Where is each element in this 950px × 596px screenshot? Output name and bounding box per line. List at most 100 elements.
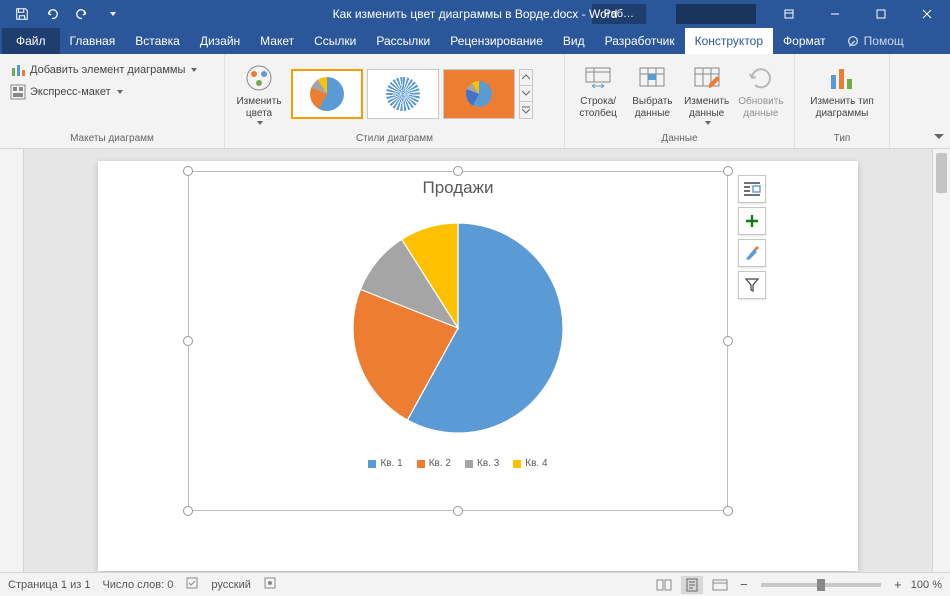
resize-handle[interactable] (723, 336, 733, 346)
tab-design[interactable]: Дизайн (190, 28, 250, 54)
ribbon-tabs: Файл Главная Вставка Дизайн Макет Ссылки… (0, 28, 950, 54)
legend-swatch (417, 460, 425, 468)
macro-icon[interactable] (263, 576, 277, 593)
chart-filters-button[interactable] (738, 271, 766, 299)
undo-button[interactable] (38, 2, 66, 26)
refresh-data-button[interactable]: Обновить данные (734, 58, 788, 123)
chart-plot-area[interactable] (189, 198, 727, 458)
group-label-layouts: Макеты диаграмм (0, 133, 224, 148)
pie-chart[interactable] (348, 218, 568, 438)
zoom-slider[interactable] (761, 583, 881, 587)
tab-file[interactable]: Файл (2, 28, 60, 54)
read-mode-button[interactable] (653, 576, 675, 594)
group-label-type: Тип (795, 133, 889, 148)
tab-layout[interactable]: Макет (250, 28, 304, 54)
account-menu[interactable] (676, 4, 756, 24)
legend-swatch (465, 460, 473, 468)
vertical-scrollbar[interactable] (932, 149, 950, 572)
chevron-down-icon (705, 121, 711, 125)
legend-item[interactable]: Кв. 1 (368, 458, 402, 469)
page: Продажи Кв. 1Кв. 2Кв. 3Кв. 4 (98, 161, 858, 571)
select-data-button[interactable]: Выбрать данные (625, 58, 679, 123)
group-label-data: Данные (565, 133, 794, 148)
tab-view[interactable]: Вид (553, 28, 595, 54)
edit-data-label: Изменить данные (684, 96, 729, 119)
web-layout-button[interactable] (709, 576, 731, 594)
group-chart-layouts: Добавить элемент диаграммы Экспресс-маке… (0, 54, 225, 148)
close-button[interactable] (904, 0, 950, 28)
edit-data-button[interactable]: Изменить данные (680, 58, 734, 129)
resize-handle[interactable] (183, 336, 193, 346)
legend-swatch (513, 460, 521, 468)
resize-handle[interactable] (183, 506, 193, 516)
add-chart-element-button[interactable]: Добавить элемент диаграммы (6, 60, 201, 80)
resize-handle[interactable] (183, 166, 193, 176)
zoom-slider-thumb[interactable] (817, 579, 825, 591)
legend-label: Кв. 3 (477, 458, 499, 469)
change-colors-label: Изменить цвета (233, 96, 285, 119)
maximize-button[interactable] (858, 0, 904, 28)
chart-legend[interactable]: Кв. 1 Кв. 2 Кв. 3 Кв. 4 (189, 458, 727, 469)
change-chart-type-button[interactable]: Изменить тип диаграммы (801, 58, 883, 123)
chart-style-2[interactable] (367, 69, 439, 119)
chart-styles-button[interactable] (738, 239, 766, 267)
switch-row-col-button[interactable]: Строка/ столбец (571, 58, 625, 123)
zoom-level[interactable]: 100 % (911, 579, 942, 591)
legend-label: Кв. 2 (429, 458, 451, 469)
change-colors-button[interactable]: Изменить цвета (231, 58, 287, 129)
save-button[interactable] (8, 2, 36, 26)
tab-review[interactable]: Рецензирование (440, 28, 553, 54)
window-title: Как изменить цвет диаграммы в Ворде.docx… (333, 7, 618, 21)
add-element-label: Добавить элемент диаграммы (30, 64, 185, 76)
zoom-in-button[interactable]: + (891, 578, 905, 592)
group-label-styles: Стили диаграмм (225, 133, 564, 148)
minimize-button[interactable] (812, 0, 858, 28)
legend-label: Кв. 1 (380, 458, 402, 469)
collapse-ribbon-button[interactable] (934, 130, 944, 144)
canvas[interactable]: Продажи Кв. 1Кв. 2Кв. 3Кв. 4 (24, 149, 932, 572)
scrollbar-thumb[interactable] (936, 153, 947, 193)
chevron-down-icon (191, 68, 197, 72)
palette-icon (243, 62, 275, 94)
layout-options-button[interactable] (738, 175, 766, 203)
word-count[interactable]: Число слов: 0 (102, 579, 173, 591)
chart-style-3[interactable] (443, 69, 515, 119)
tab-developer[interactable]: Разработчик (595, 28, 685, 54)
legend-item[interactable]: Кв. 4 (513, 458, 547, 469)
tab-chart-format[interactable]: Формат (773, 28, 836, 54)
quick-layout-icon (10, 84, 26, 100)
resize-handle[interactable] (723, 166, 733, 176)
quick-layout-button[interactable]: Экспресс-макет (6, 82, 201, 102)
tab-home[interactable]: Главная (60, 28, 126, 54)
zoom-out-button[interactable]: − (737, 578, 751, 592)
gallery-scroll (519, 69, 533, 119)
gallery-down-button[interactable] (520, 86, 532, 102)
gallery-more-button[interactable] (520, 102, 532, 117)
page-indicator[interactable]: Страница 1 из 1 (8, 579, 90, 591)
chevron-down-icon (117, 90, 123, 94)
legend-item[interactable]: Кв. 2 (417, 458, 451, 469)
chevron-down-icon (257, 121, 263, 125)
resize-handle[interactable] (453, 506, 463, 516)
tab-tell-me[interactable]: Помощ (836, 28, 914, 54)
gallery-up-button[interactable] (520, 70, 532, 86)
chart-float-buttons (738, 175, 766, 299)
tab-references[interactable]: Ссылки (304, 28, 366, 54)
legend-item[interactable]: Кв. 3 (465, 458, 499, 469)
tab-insert[interactable]: Вставка (125, 28, 190, 54)
chart-elements-button[interactable] (738, 207, 766, 235)
qat-customize-button[interactable] (98, 2, 126, 26)
language-indicator[interactable]: русский (211, 579, 250, 591)
chart-style-1[interactable] (291, 69, 363, 119)
proofing-icon[interactable] (185, 576, 199, 593)
redo-button[interactable] (68, 2, 96, 26)
vertical-ruler (0, 149, 24, 572)
resize-handle[interactable] (723, 506, 733, 516)
change-type-label: Изменить тип диаграммы (810, 96, 873, 119)
ribbon-options-button[interactable] (766, 0, 812, 28)
resize-handle[interactable] (453, 166, 463, 176)
chart-object[interactable]: Продажи Кв. 1Кв. 2Кв. 3Кв. 4 (188, 171, 728, 511)
tab-mailings[interactable]: Рассылки (366, 28, 440, 54)
print-layout-button[interactable] (681, 576, 703, 594)
tab-chart-design[interactable]: Конструктор (685, 28, 773, 54)
